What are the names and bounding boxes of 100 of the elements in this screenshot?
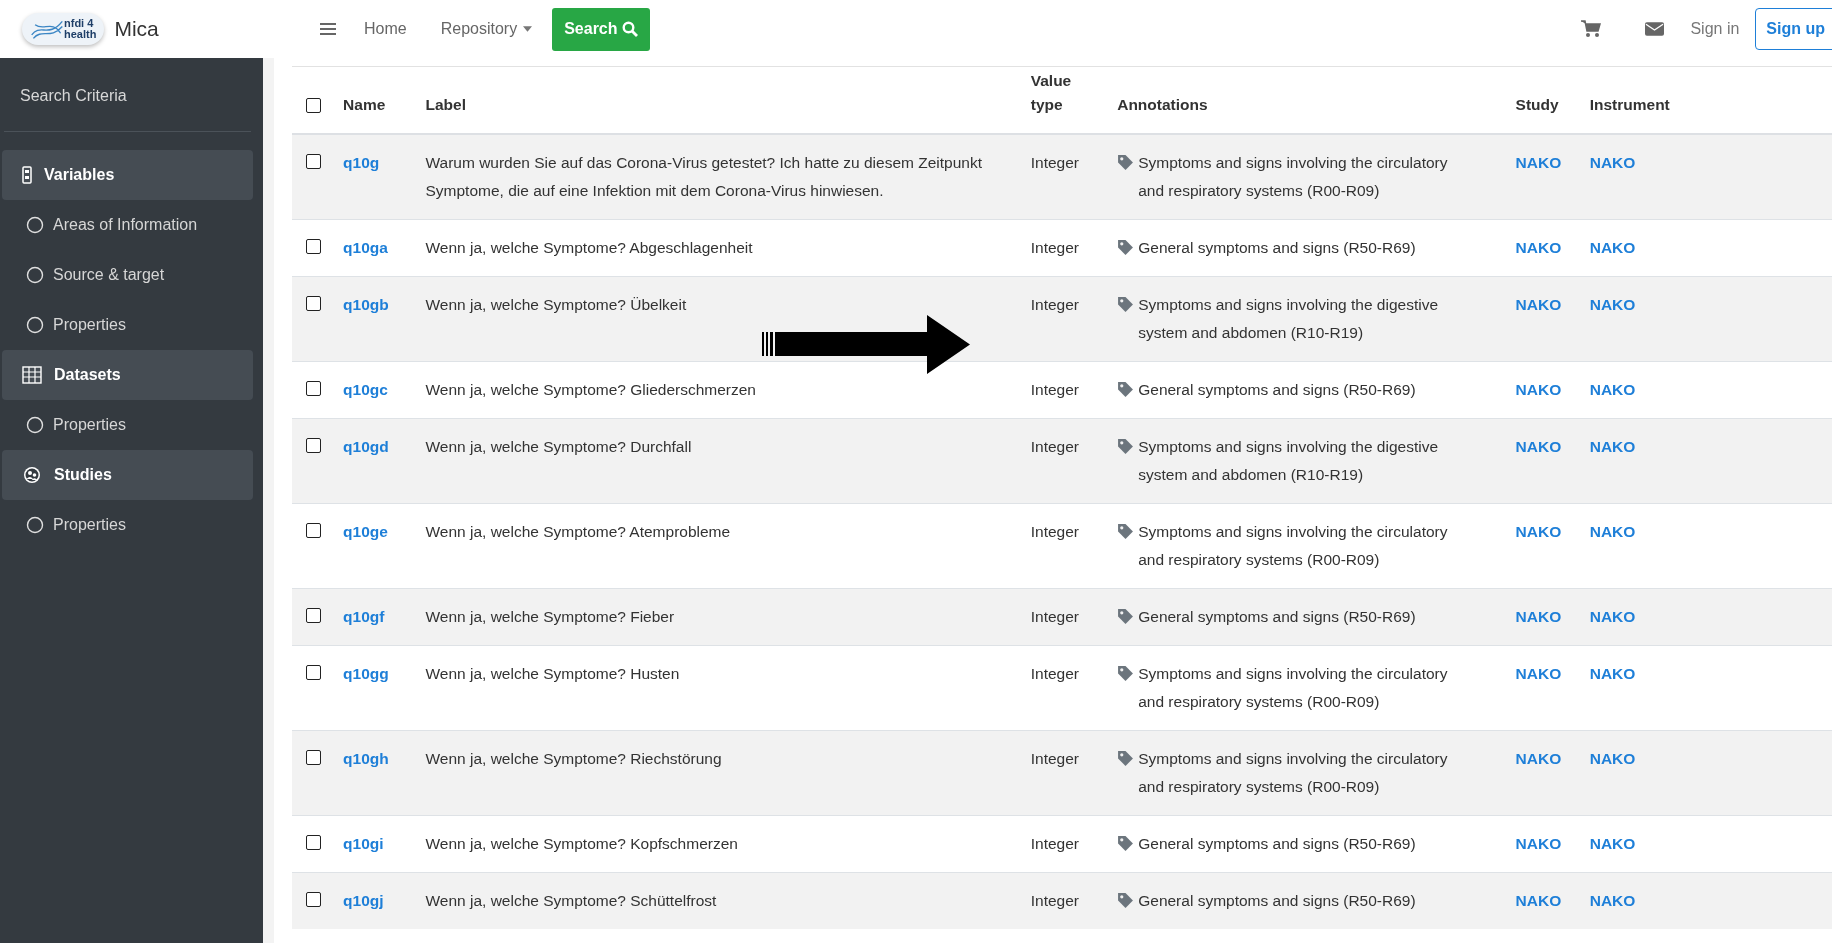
sidebar-section[interactable]: Variables <box>2 150 254 200</box>
row-checkbox[interactable] <box>306 750 321 766</box>
instrument-link[interactable]: NAKO <box>1589 296 1636 313</box>
envelope-icon[interactable] <box>1645 22 1665 36</box>
annotation-text: Symptoms and signs involving the circulatory and respiratory systems (R00-R09) <box>1138 749 1449 797</box>
tag-icon <box>1117 438 1135 455</box>
sidebar-section[interactable]: Datasets <box>2 350 254 400</box>
study-link[interactable]: NAKO <box>1515 835 1562 852</box>
instrument-link[interactable]: NAKO <box>1589 154 1636 171</box>
row-checkbox[interactable] <box>306 608 321 624</box>
row-checkbox[interactable] <box>306 239 321 255</box>
column-header: Instrument <box>1589 96 1670 113</box>
row-checkbox[interactable] <box>306 438 321 454</box>
instrument-link[interactable]: NAKO <box>1589 523 1636 540</box>
logo[interactable]: nfdi 4 health <box>22 13 105 45</box>
row-checkbox[interactable] <box>306 835 321 851</box>
instrument-link[interactable]: NAKO <box>1589 608 1636 625</box>
variable-name-link[interactable]: q10ge <box>343 523 388 540</box>
column-header: Name <box>343 96 386 113</box>
instrument-link[interactable]: NAKO <box>1589 665 1636 682</box>
sidebar-option[interactable]: Source & target <box>2 250 254 300</box>
variable-name-link[interactable]: q10gh <box>343 750 389 767</box>
row-checkbox[interactable] <box>306 154 321 170</box>
variable-name-link[interactable]: q10gi <box>343 835 384 852</box>
cart-icon[interactable] <box>1581 20 1602 38</box>
instrument-link[interactable]: NAKO <box>1589 438 1636 455</box>
value-type-text: Integer <box>1030 154 1079 171</box>
value-type-text: Integer <box>1030 239 1079 256</box>
column-header: Annotations <box>1117 96 1208 113</box>
study-link[interactable]: NAKO <box>1515 523 1562 540</box>
instrument-link[interactable]: NAKO <box>1589 239 1636 256</box>
value-type-text: Integer <box>1030 296 1079 313</box>
row-checkbox[interactable] <box>306 892 321 908</box>
variable-name-link[interactable]: q10g <box>343 154 380 171</box>
value-type-text: Integer <box>1030 438 1079 455</box>
nav-dropdown[interactable]: Repository <box>440 20 533 38</box>
variable-name-link[interactable]: q10gd <box>343 438 389 455</box>
study-link[interactable]: NAKO <box>1515 438 1562 455</box>
sidebar-option[interactable]: Properties <box>2 400 254 450</box>
sign-up-button[interactable]: Sign up <box>1755 8 1832 50</box>
study-link[interactable]: NAKO <box>1515 239 1562 256</box>
study-link[interactable]: NAKO <box>1515 892 1562 909</box>
annotation-text: General symptoms and signs (R50-R69) <box>1138 607 1416 627</box>
variable-name-link[interactable]: q10gf <box>343 608 385 625</box>
row-checkbox[interactable] <box>306 665 321 681</box>
value-type-text: Integer <box>1030 750 1079 767</box>
study-link[interactable]: NAKO <box>1515 154 1562 171</box>
tag-icon <box>1117 239 1135 256</box>
row-checkbox[interactable] <box>306 296 321 312</box>
value-type-text: Integer <box>1030 892 1079 909</box>
value-type-text: Integer <box>1030 835 1079 852</box>
label-text: Wenn ja, welche Symptome? Kopfschmerzen <box>425 835 738 852</box>
annotation-text: Symptoms and signs involving the circulatory and respiratory systems (R00-R09) <box>1138 664 1449 712</box>
annotation-text: General symptoms and signs (R50-R69) <box>1138 238 1416 258</box>
variable-name-link[interactable]: q10ga <box>343 239 388 256</box>
value-type-text: Integer <box>1030 665 1079 682</box>
tag-icon <box>1117 608 1135 625</box>
annotation-text: General symptoms and signs (R50-R69) <box>1138 834 1416 854</box>
search-button[interactable]: Search <box>552 7 650 51</box>
sidebar-section[interactable]: Studies <box>2 450 254 500</box>
row-checkbox[interactable] <box>306 523 321 539</box>
option-label: Properties <box>53 416 126 434</box>
variable-name-link[interactable]: q10gc <box>343 381 388 398</box>
study-link[interactable]: NAKO <box>1515 381 1562 398</box>
sidebar-option[interactable]: Areas of Information <box>2 200 254 250</box>
sidebar-option[interactable]: Properties <box>2 500 254 550</box>
menu-icon[interactable] <box>320 22 336 36</box>
option-label: Source & target <box>53 266 165 284</box>
value-type-text: Integer <box>1030 608 1079 625</box>
instrument-link[interactable]: NAKO <box>1589 381 1636 398</box>
study-link[interactable]: NAKO <box>1515 750 1562 767</box>
instrument-link[interactable]: NAKO <box>1589 750 1636 767</box>
tag-icon <box>1117 381 1135 398</box>
instrument-link[interactable]: NAKO <box>1589 892 1636 909</box>
sign-in-link[interactable]: Sign in <box>1690 20 1740 38</box>
study-link[interactable]: NAKO <box>1515 665 1562 682</box>
option-label: Areas of Information <box>53 216 198 234</box>
app-name[interactable]: Mica <box>114 17 159 41</box>
section-label: Studies <box>54 466 112 484</box>
label-text: Wenn ja, welche Symptome? Gliederschmerzen <box>425 381 756 398</box>
select-all-checkbox[interactable] <box>306 98 321 114</box>
label-text: Wenn ja, welche Symptome? Schüttelfrost <box>425 892 717 909</box>
annotation-text: Symptoms and signs involving the digestive system and abdomen (R10-R19) <box>1138 295 1440 343</box>
section-label: Datasets <box>54 366 121 384</box>
instrument-link[interactable]: NAKO <box>1589 835 1636 852</box>
tag-icon <box>1117 835 1135 852</box>
variable-name-link[interactable]: q10gj <box>343 892 384 909</box>
study-link[interactable]: NAKO <box>1515 296 1562 313</box>
column-header: Value type <box>1030 72 1072 113</box>
study-link[interactable]: NAKO <box>1515 608 1562 625</box>
variable-name-link[interactable]: q10gb <box>343 296 389 313</box>
nav-link[interactable]: Home <box>364 20 407 38</box>
logo-text: health <box>64 29 97 40</box>
tag-icon <box>1117 154 1135 171</box>
annotation-text: General symptoms and signs (R50-R69) <box>1138 380 1416 400</box>
sidebar-option[interactable]: Properties <box>2 300 254 350</box>
row-checkbox[interactable] <box>306 381 321 397</box>
tag-icon <box>1117 296 1135 313</box>
variable-name-link[interactable]: q10gg <box>343 665 389 682</box>
value-type-text: Integer <box>1030 523 1079 540</box>
